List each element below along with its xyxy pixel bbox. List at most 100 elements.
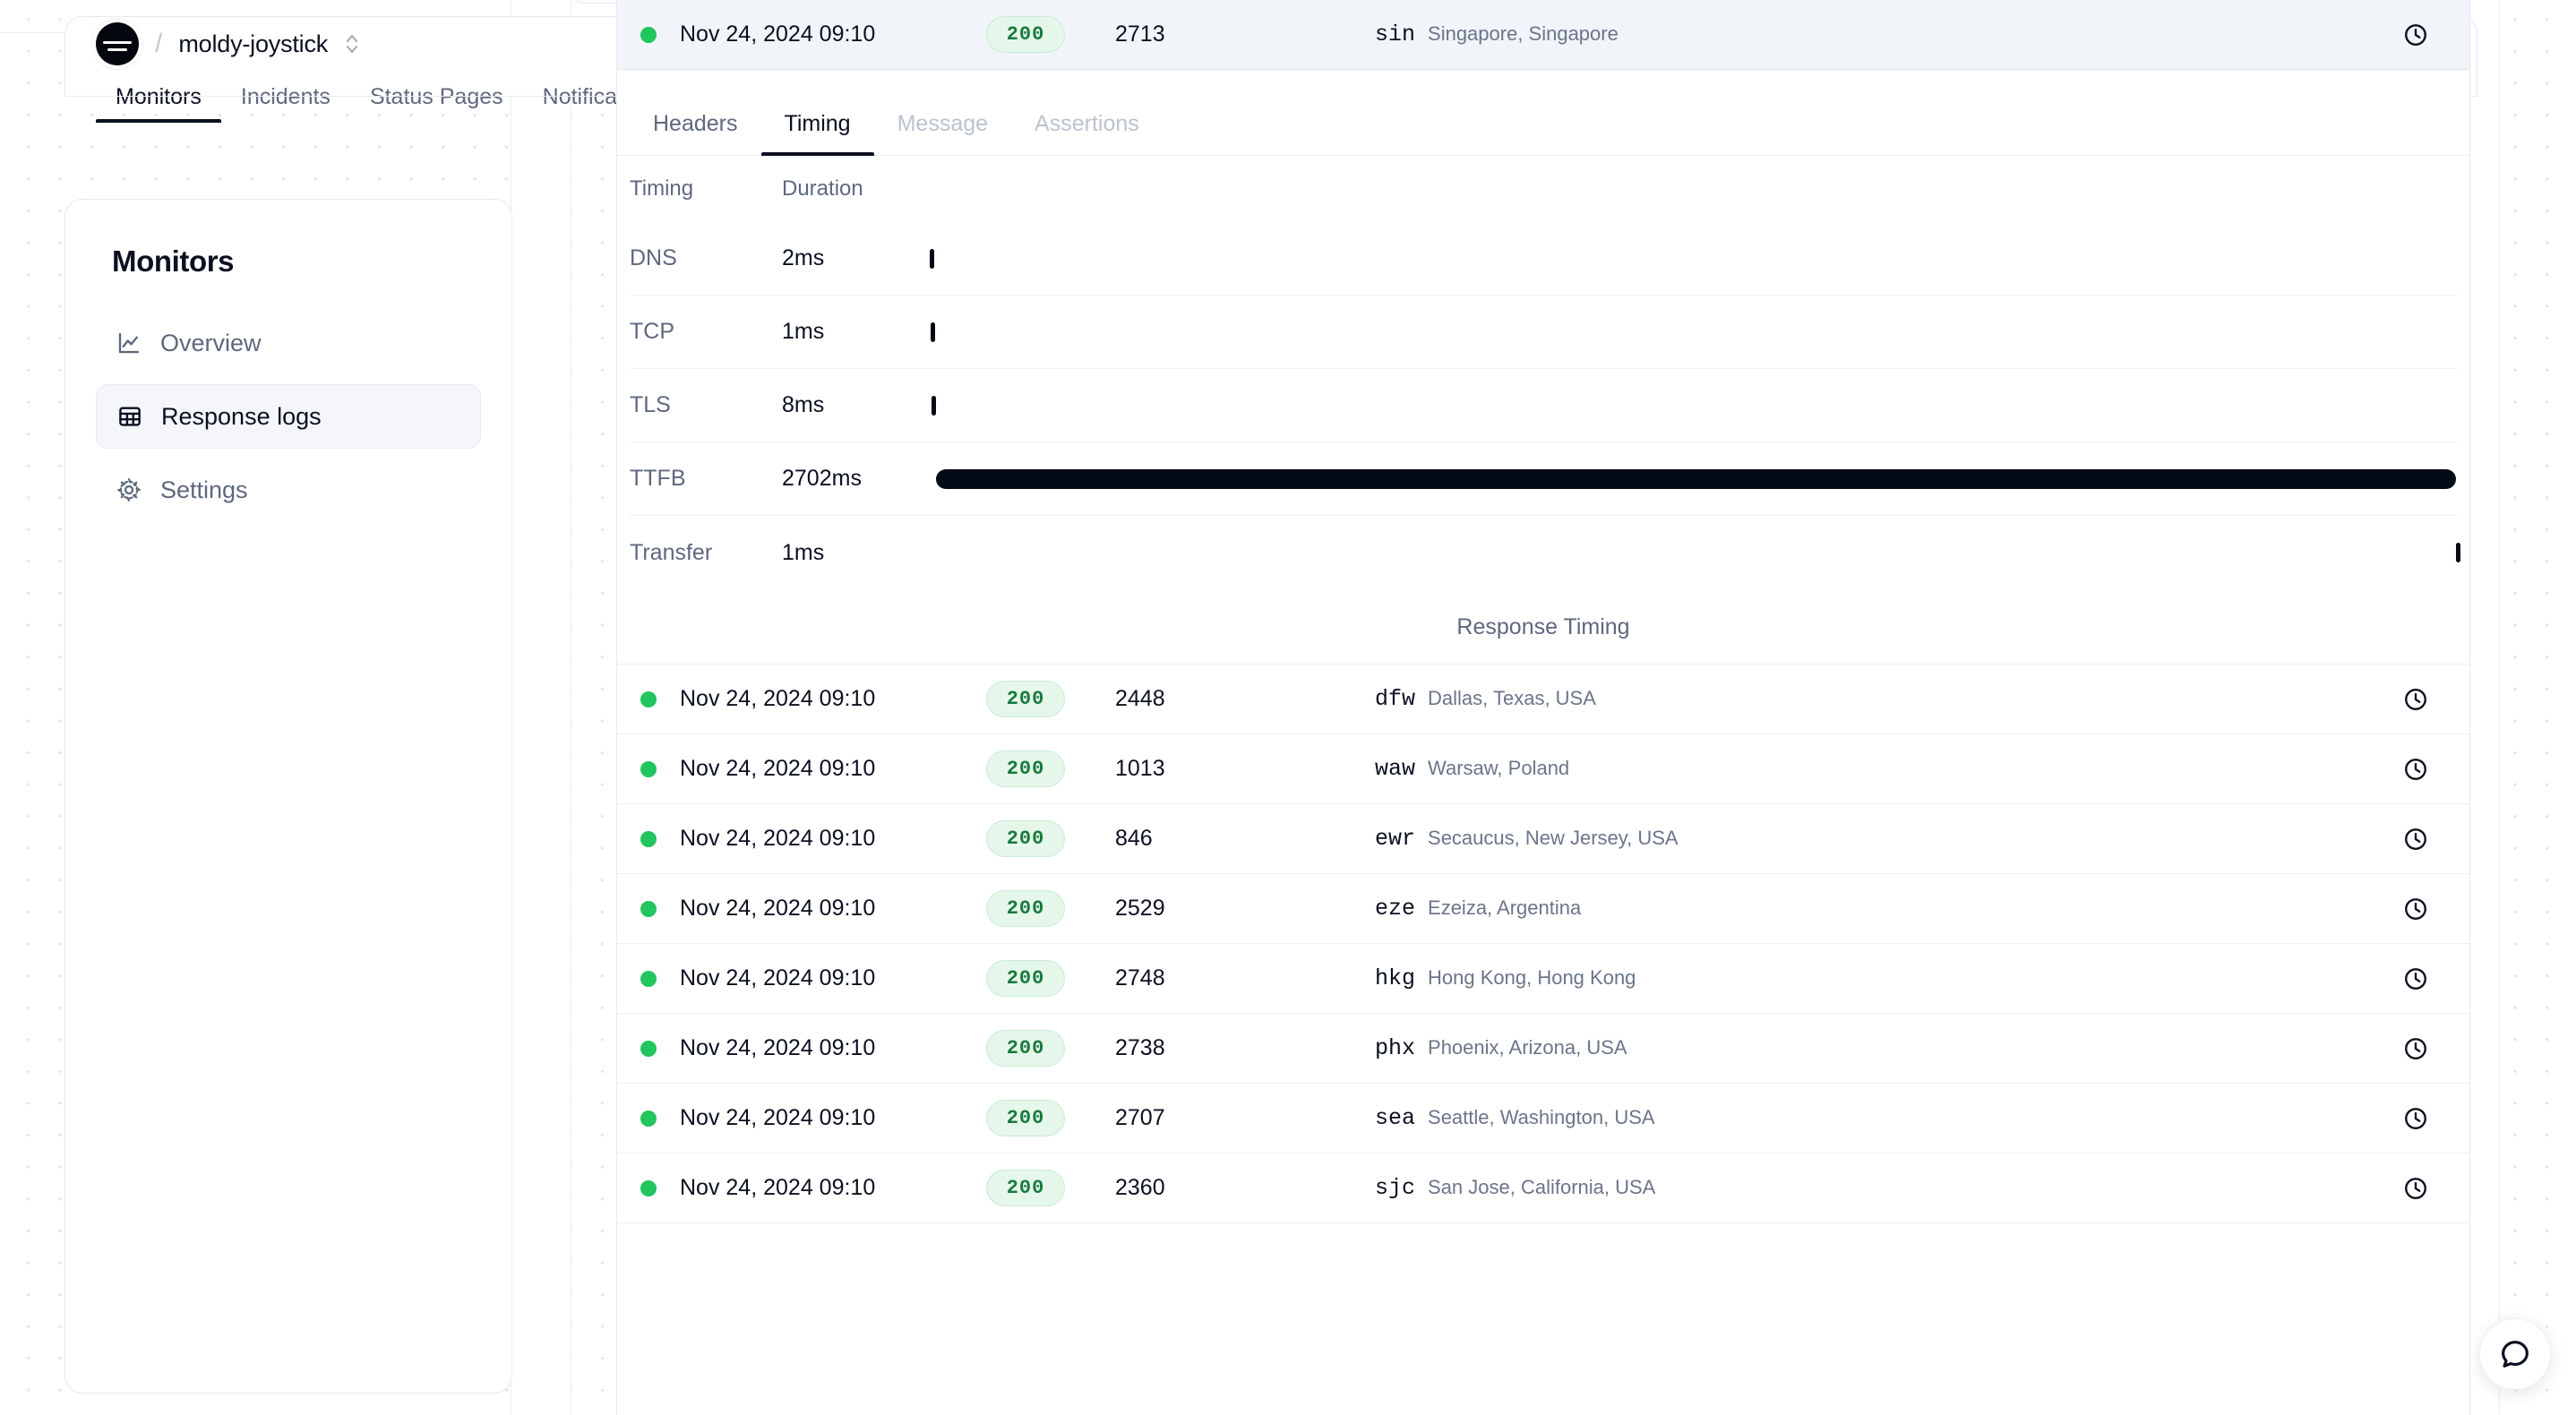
log-date: Nov 24, 2024 09:10 — [667, 896, 936, 922]
sidebar-item-label: Response logs — [161, 403, 322, 431]
status-badge: 200 — [986, 960, 1066, 997]
region-code: dfw — [1375, 686, 1415, 712]
timing-row-tls: TLS 8ms — [630, 369, 2457, 442]
col-duration: Duration — [782, 176, 930, 202]
status-dot-cell — [617, 971, 667, 987]
clock-icon[interactable] — [2362, 1035, 2469, 1062]
status-dot-cell — [617, 1041, 667, 1057]
table-row[interactable]: Nov 24, 2024 09:10 200 1013 waw Warsaw, … — [617, 734, 2469, 804]
timing-row-transfer: Transfer 1ms — [630, 516, 2457, 589]
table-row[interactable]: Nov 24, 2024 09:10 200 2707 sea Seattle,… — [617, 1084, 2469, 1153]
timing-value: 1ms — [782, 540, 930, 566]
nav-tab-monitors[interactable]: Monitors — [96, 84, 221, 123]
tab-headers[interactable]: Headers — [630, 111, 761, 155]
response-log-list: Nov 24, 2024 09:10 200 2448 dfw Dallas, … — [617, 665, 2469, 1223]
clock-icon[interactable] — [2362, 756, 2469, 783]
table-row[interactable]: Nov 24, 2024 09:10 200 2738 phx Phoenix,… — [617, 1014, 2469, 1084]
region-code: hkg — [1375, 965, 1415, 991]
table-row[interactable]: Nov 24, 2024 09:10 200 846 ewr Secaucus,… — [617, 804, 2469, 874]
log-date: Nov 24, 2024 09:10 — [667, 826, 936, 852]
log-latency: 2748 — [1115, 965, 1375, 991]
tab-message: Message — [874, 111, 1011, 155]
log-date: Nov 24, 2024 09:10 — [667, 21, 936, 47]
timing-row-ttfb: TTFB 2702ms — [630, 442, 2457, 516]
clock-icon[interactable] — [2362, 1175, 2469, 1202]
status-ok-dot-icon — [640, 831, 657, 847]
sidebar-item-overview[interactable]: Overview — [96, 311, 481, 375]
sidebar: Monitors Overview Response logs — [64, 199, 512, 1394]
log-date: Nov 24, 2024 09:10 — [667, 965, 936, 991]
region-name: Ezeiza, Argentina — [1428, 896, 1581, 920]
table-row[interactable]: Nov 24, 2024 09:10 200 2748 hkg Hong Kon… — [617, 944, 2469, 1014]
response-logs-panel: Nov 24, 2024 09:10 200 2713 sin Singapor… — [616, 0, 2470, 1415]
log-date: Nov 24, 2024 09:10 — [667, 1175, 936, 1201]
table-row[interactable]: Nov 24, 2024 09:10 200 2529 eze Ezeiza, … — [617, 874, 2469, 944]
clock-icon[interactable] — [2362, 21, 2469, 48]
timing-label: DNS — [630, 245, 782, 271]
table-row[interactable]: Nov 24, 2024 09:10 200 2448 dfw Dallas, … — [617, 665, 2469, 734]
timing-row-dns: DNS 2ms — [630, 222, 2457, 296]
log-date: Nov 24, 2024 09:10 — [667, 1035, 936, 1061]
log-region: hkg Hong Kong, Hong Kong — [1375, 965, 2362, 991]
status-dot-cell — [617, 691, 667, 708]
log-latency: 2738 — [1115, 1035, 1375, 1061]
status-badge-cell: 200 — [936, 820, 1115, 857]
region-name: Singapore, Singapore — [1428, 22, 1619, 46]
col-timing: Timing — [630, 176, 782, 202]
sidebar-item-response-logs[interactable]: Response logs — [96, 384, 481, 449]
detail-tabs: Headers Timing Message Assertions — [617, 70, 2469, 156]
log-region: sea Seattle, Washington, USA — [1375, 1105, 2362, 1131]
region-name: San Jose, California, USA — [1428, 1176, 1655, 1199]
timing-bar — [931, 322, 935, 342]
log-region: sin Singapore, Singapore — [1375, 21, 2362, 47]
status-badge: 200 — [986, 16, 1066, 53]
timing-bar — [936, 469, 2456, 489]
status-dot-cell — [617, 901, 667, 917]
chat-bubble-button[interactable] — [2479, 1318, 2551, 1390]
brand-logo-icon[interactable] — [96, 22, 139, 65]
project-name[interactable]: moldy-joystick — [178, 30, 328, 58]
status-badge: 200 — [986, 820, 1066, 857]
status-badge-cell: 200 — [936, 750, 1115, 787]
status-ok-dot-icon — [640, 761, 657, 777]
clock-icon[interactable] — [2362, 965, 2469, 992]
log-latency: 2448 — [1115, 686, 1375, 712]
status-badge-cell: 200 — [936, 1100, 1115, 1136]
status-dot-cell — [617, 27, 667, 43]
clock-icon[interactable] — [2362, 896, 2469, 922]
log-date: Nov 24, 2024 09:10 — [667, 686, 936, 712]
status-badge: 200 — [986, 750, 1066, 787]
tab-timing[interactable]: Timing — [761, 111, 874, 155]
clock-icon[interactable] — [2362, 686, 2469, 713]
gutter — [511, 0, 571, 1415]
sidebar-item-settings[interactable]: Settings — [96, 458, 481, 522]
region-code: sea — [1375, 1105, 1415, 1131]
status-ok-dot-icon — [640, 1180, 657, 1196]
table-row[interactable]: Nov 24, 2024 09:10 200 2360 sjc San Jose… — [617, 1153, 2469, 1223]
app-root: / moldy-joystick Changelog Docs — [0, 0, 2576, 1415]
timing-bar — [2456, 543, 2460, 562]
log-latency: 2713 — [1115, 21, 1375, 47]
timing-waterfall-chart: Timing Duration DNS 2ms TCP 1ms TLS 8ms — [617, 156, 2469, 589]
timing-label: TCP — [630, 319, 782, 345]
table-row[interactable]: Nov 24, 2024 09:10 200 2713 sin Singapor… — [617, 0, 2469, 70]
timing-track — [930, 516, 2457, 589]
status-badge: 200 — [986, 890, 1066, 927]
status-badge: 200 — [986, 1170, 1066, 1206]
status-ok-dot-icon — [640, 901, 657, 917]
clock-icon[interactable] — [2362, 1105, 2469, 1132]
nav-tab-status-pages[interactable]: Status Pages — [350, 84, 523, 123]
status-badge: 200 — [986, 1030, 1066, 1067]
log-region: phx Phoenix, Arizona, USA — [1375, 1035, 2362, 1061]
sidebar-item-label: Settings — [160, 476, 248, 504]
log-region: waw Warsaw, Poland — [1375, 756, 2362, 782]
status-ok-dot-icon — [640, 27, 657, 43]
status-dot-cell — [617, 1180, 667, 1196]
region-code: eze — [1375, 896, 1415, 922]
log-region: eze Ezeiza, Argentina — [1375, 896, 2362, 922]
timing-table-header: Timing Duration — [630, 156, 2457, 222]
clock-icon[interactable] — [2362, 826, 2469, 853]
timing-bar — [932, 396, 936, 416]
nav-tab-incidents[interactable]: Incidents — [221, 84, 350, 123]
chevron-updown-icon[interactable] — [342, 30, 362, 57]
